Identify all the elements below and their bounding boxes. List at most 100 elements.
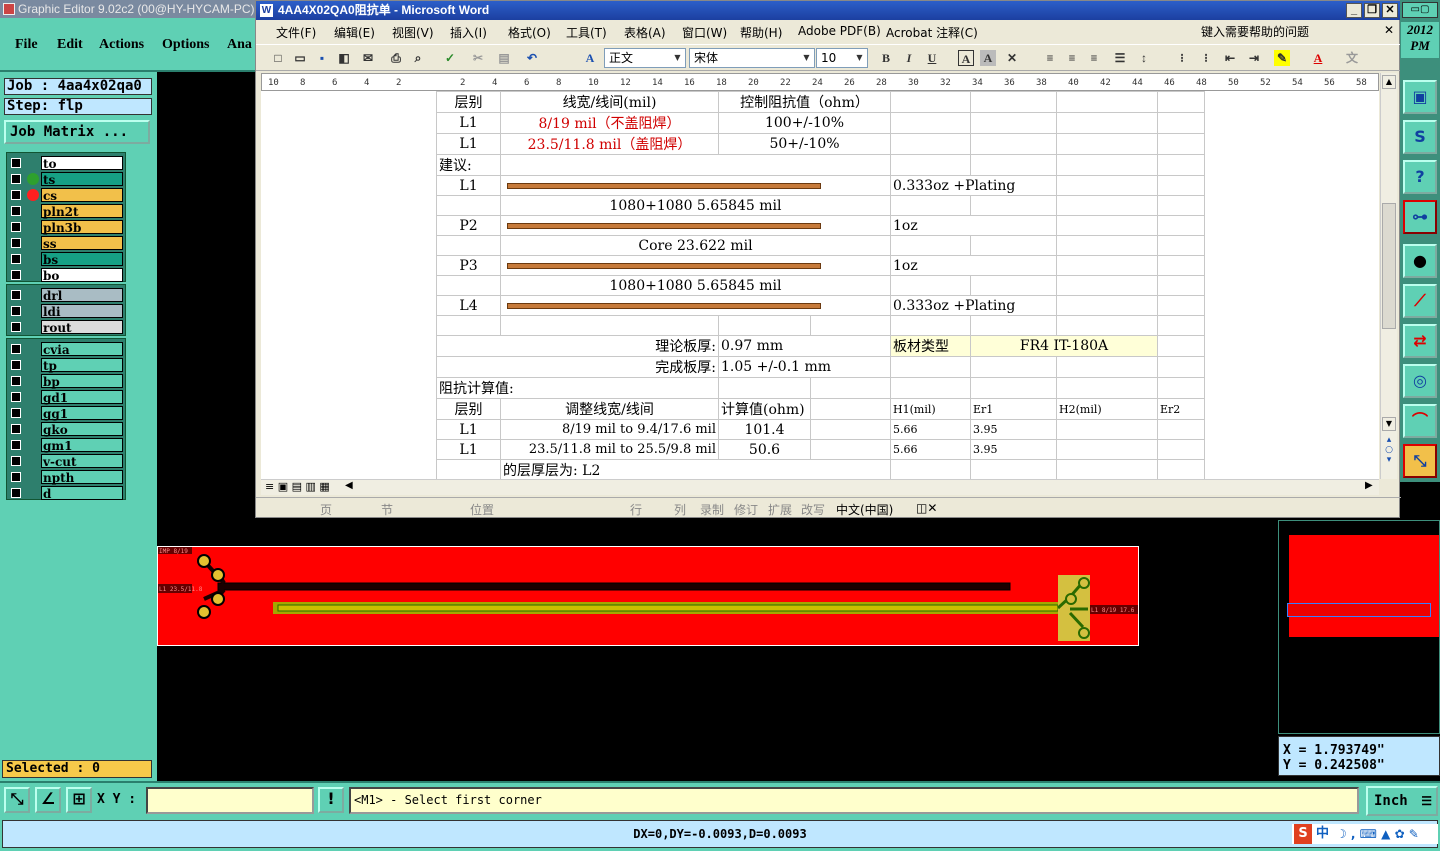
word-menu-format[interactable]: 格式(O) (508, 24, 551, 41)
layer-name[interactable]: d (41, 486, 123, 501)
layer-row-to[interactable]: to (7, 155, 125, 171)
layer-name[interactable]: gm1 (41, 438, 123, 453)
layer-row-drl[interactable]: drl (7, 287, 125, 303)
align-right-icon[interactable]: ≡ (1086, 50, 1102, 66)
scroll-down-icon[interactable]: ▼ (1382, 417, 1396, 431)
layer-row-d[interactable]: d (7, 485, 125, 501)
ime-logo-icon[interactable]: S (1294, 824, 1312, 844)
style-select[interactable]: 正文 ▼ (604, 48, 686, 68)
layer-name[interactable]: to (41, 156, 123, 171)
route-tool-icon[interactable]: S (1403, 120, 1437, 154)
new-icon[interactable]: □ (270, 50, 286, 66)
alert-icon[interactable]: ! (318, 787, 344, 813)
word-menu-help[interactable]: 帮助(H) (740, 24, 782, 41)
word-menu-edit[interactable]: 编辑(E) (334, 24, 375, 41)
highlight-icon[interactable]: ✎ (1274, 50, 1290, 66)
layer-checkbox[interactable] (11, 158, 21, 168)
units-select[interactable]: Inch ☰ (1366, 786, 1438, 816)
menu-actions[interactable]: Actions (99, 37, 144, 53)
layer-checkbox[interactable] (11, 424, 21, 434)
vertical-scrollbar[interactable]: ▲ ▼ ▴ ○ ▾ (1380, 73, 1397, 479)
layer-name[interactable]: npth (41, 470, 123, 485)
scroll-up-icon[interactable]: ▲ (1382, 75, 1396, 89)
bullets-icon[interactable]: ⁝ (1198, 50, 1214, 66)
numbering-icon[interactable]: ⁝ (1174, 50, 1190, 66)
layer-row-cs[interactable]: cs (7, 187, 125, 203)
xy-input[interactable] (146, 787, 314, 814)
word-menu-table[interactable]: 表格(A) (624, 24, 666, 41)
print-preview-icon[interactable]: ⌕ (410, 50, 426, 66)
layout-tool-icon[interactable]: ▣ (1403, 80, 1437, 114)
job-matrix-button[interactable]: Job Matrix ... (4, 120, 150, 144)
styles-icon[interactable]: A (582, 50, 598, 66)
minimize-button[interactable]: _ (1346, 3, 1362, 18)
menu-options[interactable]: Options (162, 37, 209, 53)
pcb-board-view[interactable]: IMP 8/19 L1 23.5/11.8 L1 8/19 17.6 (157, 546, 1139, 646)
layer-row-bs[interactable]: bs (7, 251, 125, 267)
ime-mode[interactable]: 中 (1316, 824, 1329, 844)
align-center-icon[interactable]: ≡ (1064, 50, 1080, 66)
status-record[interactable]: 录制 (700, 501, 724, 518)
word-menu-window[interactable]: 窗口(W) (682, 24, 727, 41)
undo-icon[interactable]: ↶ (524, 50, 540, 66)
layer-name[interactable]: ss (41, 236, 123, 251)
doc-close-icon[interactable]: ✕ (1384, 23, 1394, 37)
layer-name[interactable]: cs (41, 188, 123, 203)
scroll-left-icon[interactable]: ◀ (345, 480, 353, 491)
layer-checkbox[interactable] (11, 472, 21, 482)
layer-checkbox[interactable] (11, 206, 21, 216)
phonetic-guide-icon[interactable]: 文 (1344, 50, 1360, 66)
ime-toolbar[interactable]: S 中 ☽ , ⌨ ▲ ✿ ✎ (1292, 824, 1438, 844)
layer-name[interactable]: drl (41, 288, 123, 303)
layer-name[interactable]: cvia (41, 342, 123, 357)
layer-checkbox[interactable] (11, 360, 21, 370)
layer-name[interactable]: ldi (41, 304, 123, 319)
layer-checkbox[interactable] (11, 238, 21, 248)
status-overtype[interactable]: 改写 (801, 501, 825, 518)
restore-button[interactable]: ❐ (1364, 3, 1380, 18)
horizontal-ruler[interactable]: 10 8 6 4 2 2 4 6 8 10 12 14 16 18 20 22 24 26 28 30 32 34 36 38… (261, 73, 1379, 91)
layer-row-v-cut[interactable]: v-cut (7, 453, 125, 469)
layer-name[interactable]: pln2t (41, 204, 123, 219)
layer-checkbox[interactable] (11, 408, 21, 418)
layer-row-bp[interactable]: bp (7, 373, 125, 389)
shapes-tool-icon[interactable]: ◎ (1403, 364, 1437, 398)
layer-checkbox[interactable] (11, 254, 21, 264)
layer-row-pln2t[interactable]: pln2t (7, 203, 125, 219)
layer-row-pln3b[interactable]: pln3b (7, 219, 125, 235)
layer-name[interactable]: ts (41, 172, 123, 187)
print-icon[interactable]: ⎙ (388, 50, 404, 66)
save-icon[interactable]: ▪ (314, 50, 330, 66)
layer-row-gd1[interactable]: gd1 (7, 389, 125, 405)
word-menu-adobe-pdf[interactable]: Adobe PDF(B) (798, 24, 881, 38)
browse-object-icon[interactable]: ▴ ○ ▾ (1383, 435, 1395, 465)
zoom-box-icon[interactable]: ⤡ (4, 787, 30, 813)
arc-tool-icon[interactable]: ⌒ (1403, 404, 1437, 438)
document-area[interactable]: 层别 线宽/线间(mil) 控制阻抗值（ohm） L1 8/19 mil（不盖阻… (261, 91, 1379, 479)
menu-edit[interactable]: Edit (57, 37, 83, 53)
layer-name[interactable]: bp (41, 374, 123, 389)
layer-name[interactable]: tp (41, 358, 123, 373)
permission-icon[interactable]: ◧ (336, 50, 352, 66)
scroll-right-icon[interactable]: ▶ (1365, 480, 1373, 491)
layer-checkbox[interactable] (11, 440, 21, 450)
view-buttons-icon[interactable]: ≡ ▣ ▤ ▥ ▦ (265, 480, 330, 493)
layer-row-ss[interactable]: ss (7, 235, 125, 251)
layer-row-cvia[interactable]: cvia (7, 341, 125, 357)
layer-name[interactable]: pln3b (41, 220, 123, 235)
window-controls-icon[interactable]: ▭▢ (1402, 2, 1438, 18)
layer-name[interactable]: gg1 (41, 406, 123, 421)
flip-tool-icon[interactable]: ⇄ (1403, 324, 1437, 358)
decrease-indent-icon[interactable]: ⇤ (1222, 50, 1238, 66)
layer-name[interactable]: bs (41, 252, 123, 267)
layer-name[interactable]: gko (41, 422, 123, 437)
line-spacing-icon[interactable]: ↕ (1136, 50, 1152, 66)
layer-checkbox[interactable] (11, 306, 21, 316)
spelling-icon[interactable]: ✓ (442, 50, 458, 66)
overview-viewport[interactable] (1287, 603, 1431, 617)
overview-map[interactable] (1278, 520, 1440, 734)
status-track[interactable]: 修订 (734, 501, 758, 518)
cut-icon[interactable]: ✂ (470, 50, 486, 66)
layer-checkbox[interactable] (11, 344, 21, 354)
layer-row-gm1[interactable]: gm1 (7, 437, 125, 453)
